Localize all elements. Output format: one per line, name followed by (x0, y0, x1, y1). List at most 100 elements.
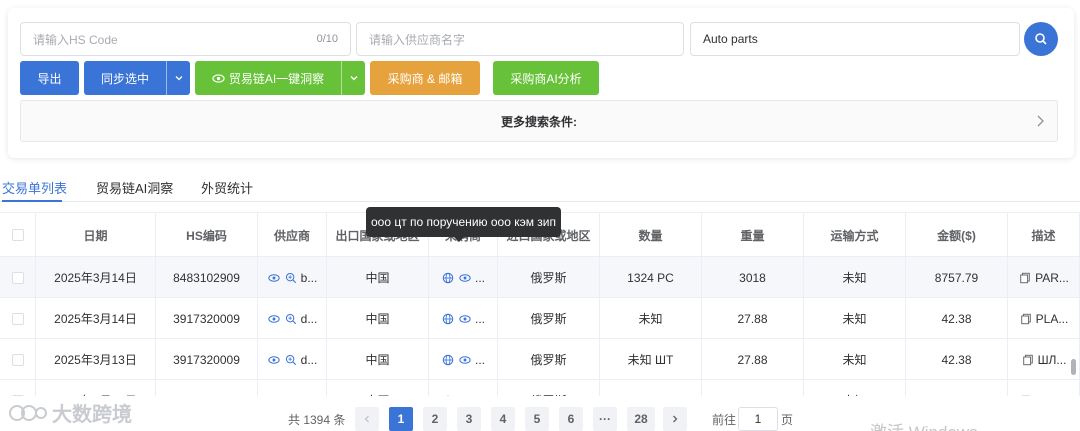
page-4[interactable]: 4 (491, 407, 515, 431)
header-description[interactable]: 描述 (1008, 213, 1080, 257)
more-search-conditions[interactable]: 更多搜索条件: (20, 100, 1058, 142)
goto-page-input[interactable]: 1 (738, 407, 778, 431)
cell-text: 未知 ШТ (627, 353, 674, 367)
eye-icon[interactable] (267, 271, 281, 285)
transactions-table: 日期 HS编码 供应商 出口国家或地区 采购商 进口国家或地区 数量 重量 运输… (0, 212, 1080, 396)
globe-icon[interactable] (441, 271, 455, 285)
cell-text: 俄罗斯 (530, 271, 567, 285)
page-5[interactable]: 5 (525, 407, 549, 431)
cell-buyer: ... (429, 339, 498, 380)
buyer-ai-analysis-button[interactable]: 采购商AI分析 (493, 61, 599, 95)
row-select-cell (0, 257, 36, 298)
header-supplier[interactable]: 供应商 (258, 213, 327, 257)
copy-icon[interactable] (1019, 312, 1033, 326)
table-row[interactable]: 2025年3月14日 8483102909 b... 中国... 俄罗斯 1324 PC 3… (0, 257, 1080, 298)
buyer-tooltip: ооо цт по поручению ооо кэм зип (366, 207, 561, 242)
keyword-input[interactable]: Auto parts (690, 22, 1020, 56)
cell-text: 未知 (638, 312, 663, 326)
header-hs-code[interactable]: HS编码 (156, 213, 258, 257)
eye-icon[interactable] (458, 271, 472, 285)
hs-code-input[interactable]: 请输入HS Code 0/10 (20, 22, 351, 56)
cell-qty: 未知 (600, 298, 702, 339)
sync-selected-button[interactable]: 同步选中 (84, 61, 190, 95)
globe-icon[interactable] (441, 353, 455, 367)
search-button[interactable] (1024, 22, 1058, 56)
row-checkbox[interactable] (11, 353, 24, 366)
sync-selected-label: 同步选中 (100, 71, 149, 86)
more-search-label: 更多搜索条件: (501, 114, 577, 129)
eye-icon[interactable] (267, 312, 281, 326)
row-checkbox[interactable] (11, 271, 24, 284)
tab-trade-statistics[interactable]: 外贸统计 (201, 178, 253, 197)
cell-transport: 未知 (804, 298, 906, 339)
row-checkbox[interactable] (11, 312, 24, 325)
cell-text: 俄罗斯 (530, 312, 567, 326)
eye-icon[interactable] (458, 394, 472, 397)
tab-transaction-list[interactable]: 交易单列表 (2, 178, 67, 197)
eye-icon[interactable] (458, 353, 472, 367)
cell-supplier: b... (258, 257, 327, 298)
supplier-input[interactable]: 请输入供应商名字 (356, 22, 684, 56)
header-transport[interactable]: 运输方式 (804, 213, 906, 257)
cell-import-country: 俄罗斯 (498, 339, 600, 380)
select-all-checkbox[interactable] (11, 229, 24, 241)
next-page-button[interactable] (663, 407, 687, 431)
page-1[interactable]: 1 (389, 407, 413, 431)
row-checkbox[interactable] (11, 394, 24, 396)
chevron-down-icon (175, 76, 182, 81)
page-2[interactable]: 2 (423, 407, 447, 431)
zoom-icon[interactable] (284, 394, 298, 396)
search-panel: 请输入HS Code 0/10 请输入供应商名字 Auto parts 导出 同… (8, 8, 1074, 158)
chevron-down-icon (350, 76, 357, 81)
eye-icon[interactable] (267, 394, 281, 397)
header-quantity[interactable]: 数量 (600, 213, 702, 257)
cell-desc: SPA... (1008, 380, 1080, 396)
cell-export-country: 中国 (327, 380, 429, 396)
cell-buyer: ... (429, 380, 498, 396)
eye-icon[interactable] (267, 353, 281, 367)
table-scrollbar[interactable] (1071, 359, 1076, 375)
copy-icon[interactable] (1021, 353, 1035, 367)
copy-icon[interactable] (1018, 394, 1032, 396)
table-row[interactable]: 2025年3月14日 3917320009 d... 中国... 俄罗斯 未知 27.88 未… (0, 298, 1080, 339)
cell-buyer: ... (429, 257, 498, 298)
copy-icon[interactable] (1018, 271, 1032, 285)
cell-transport: 未知 (804, 257, 906, 298)
cell-date: 2025年3月14日 (36, 257, 156, 298)
header-amount[interactable]: 金额($) (906, 213, 1008, 257)
cell-text: 8757.79 (934, 270, 979, 285)
zoom-icon[interactable] (284, 353, 298, 367)
cell-text: 4 PC (637, 394, 664, 397)
cell-text: 27.88 (737, 352, 768, 367)
table-row[interactable]: 2025年3月13日 3917320009 d... 中国... 俄罗斯 未知 ШТ 27.… (0, 339, 1080, 380)
page-6[interactable]: 6 (559, 407, 583, 431)
globe-icon[interactable] (441, 312, 455, 326)
page-ellipsis[interactable]: ··· (593, 407, 617, 431)
goto-unit: 页 (781, 413, 794, 427)
header-weight[interactable]: 重量 (702, 213, 804, 257)
prev-page-button[interactable] (355, 407, 379, 431)
page-3[interactable]: 3 (457, 407, 481, 431)
cell-weight: 581.5 (702, 380, 804, 396)
buyer-email-label: 采购商 & 邮箱 (387, 71, 463, 86)
supplier-placeholder: 请输入供应商名字 (369, 32, 466, 47)
globe-icon[interactable] (441, 394, 455, 396)
ai-insight-button[interactable]: 贸易链AI一键洞察 (195, 61, 365, 95)
zoom-icon[interactable] (284, 271, 298, 285)
zoom-icon[interactable] (284, 312, 298, 326)
table-row[interactable]: 2025年3月12日 8407349908 c... 中国... 俄罗斯 4 PC 581.… (0, 380, 1080, 396)
export-button[interactable]: 导出 (20, 61, 79, 95)
eye-icon[interactable] (458, 312, 472, 326)
cell-transport: 未知 (804, 339, 906, 380)
page-28[interactable]: 28 (627, 407, 655, 431)
hs-code-counter: 0/10 (316, 33, 338, 45)
row-select-cell (0, 380, 36, 396)
brand-watermark-text: 大数跨境 (52, 404, 132, 426)
tab-trade-chain-ai[interactable]: 贸易链AI洞察 (96, 178, 173, 197)
cell-text: ... (474, 352, 485, 367)
buyer-email-button[interactable]: 采购商 & 邮箱 (370, 61, 480, 95)
sync-dropdown-toggle[interactable] (166, 61, 190, 95)
header-date[interactable]: 日期 (36, 213, 156, 257)
cell-text: 未知 (842, 312, 867, 326)
ai-insight-dropdown-toggle[interactable] (341, 61, 365, 95)
